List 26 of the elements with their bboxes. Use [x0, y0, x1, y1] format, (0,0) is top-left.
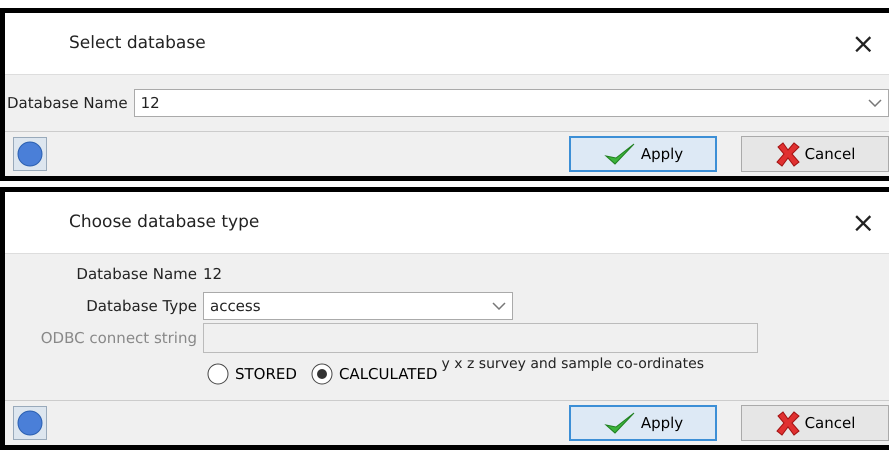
dropdown-field[interactable]: access	[203, 292, 513, 320]
field-value: 12	[203, 264, 222, 285]
field-label: ODBC connect string	[40, 328, 197, 349]
field-label: Database Name	[6, 92, 128, 114]
check-icon	[602, 410, 637, 436]
radio-option[interactable]: CALCULATED	[310, 362, 438, 386]
cross-icon	[774, 410, 801, 436]
dialog-title: Choose database type	[69, 210, 260, 234]
chevron-icon	[492, 302, 506, 310]
help-button[interactable]	[13, 137, 47, 171]
dropdown-field[interactable]: 12	[134, 89, 889, 117]
apply-button[interactable]: Apply	[569, 136, 717, 172]
radio-note: y x z survey and sample co-ordinates	[442, 355, 704, 374]
help-button[interactable]	[13, 406, 47, 440]
cancel-button[interactable]: Cancel	[741, 405, 889, 441]
cross-icon	[774, 141, 801, 167]
radio-option[interactable]: STORED	[207, 362, 297, 386]
apply-button[interactable]: Apply	[569, 405, 717, 441]
chevron-icon	[868, 99, 882, 107]
field-label: Database Name	[75, 264, 197, 285]
field-label: Database Type	[85, 296, 197, 317]
close-button[interactable]: ×	[848, 30, 879, 58]
close-button[interactable]: ×	[848, 208, 879, 236]
dialog-title: Select database	[69, 32, 206, 55]
check-icon	[602, 141, 637, 167]
cancel-button[interactable]: Cancel	[741, 136, 889, 172]
